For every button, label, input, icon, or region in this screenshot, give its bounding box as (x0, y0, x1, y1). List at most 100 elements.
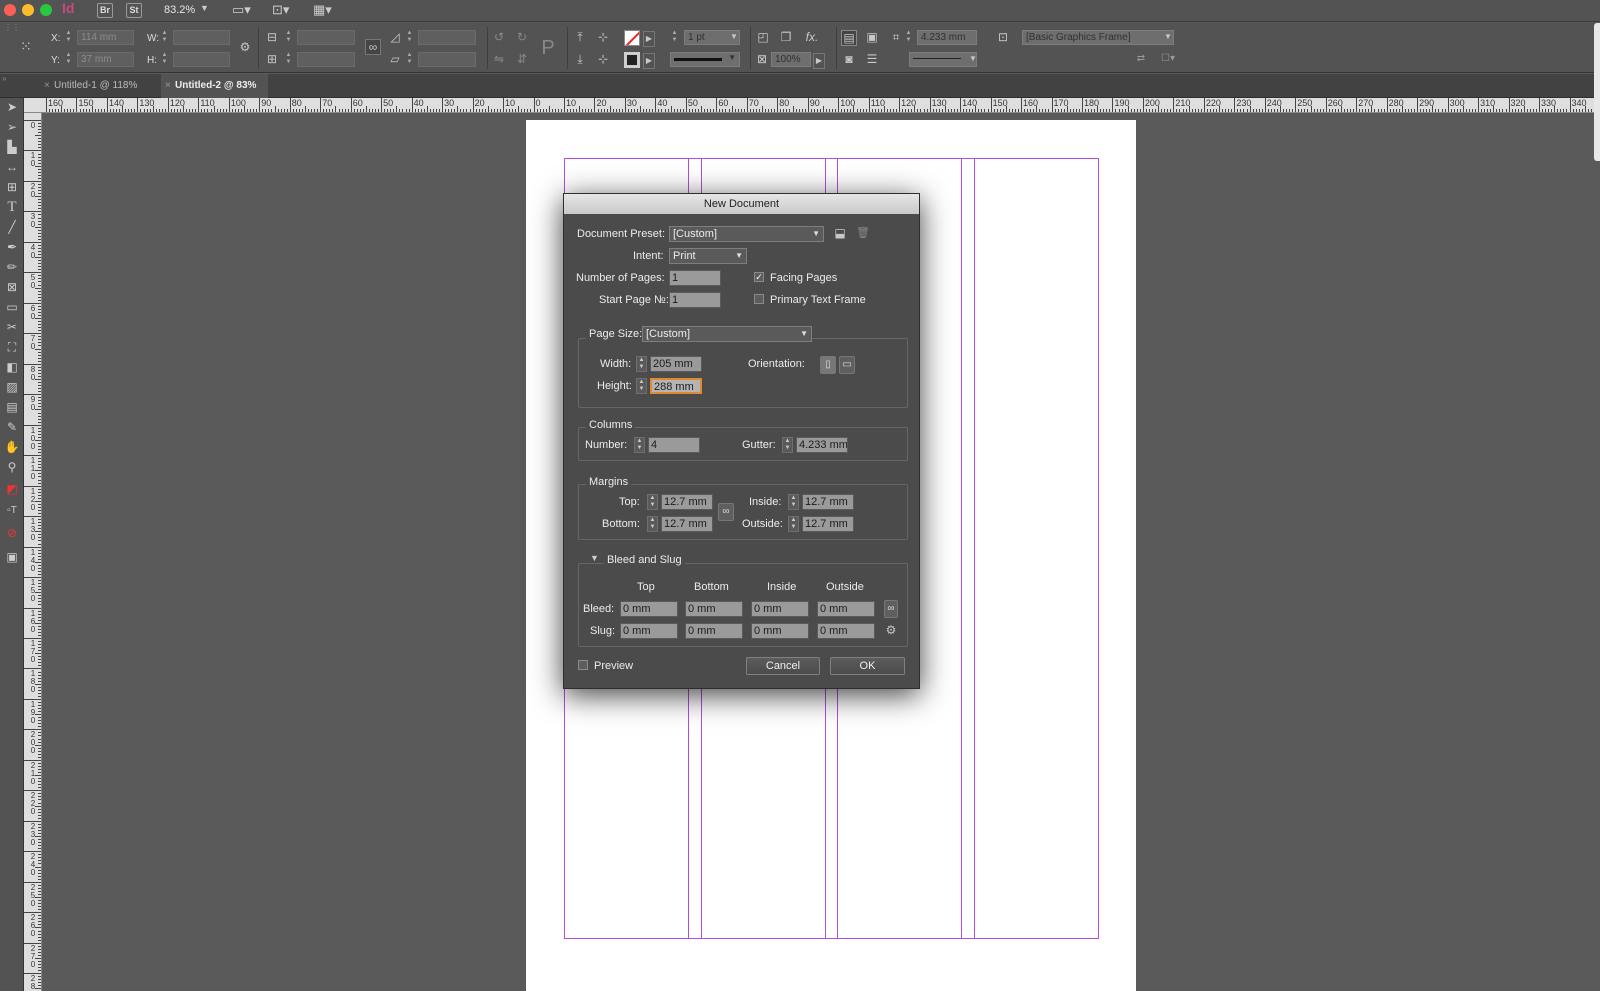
rotate-cw-icon[interactable]: ↻ (514, 30, 530, 44)
close-window-icon[interactable] (4, 4, 16, 16)
text-wrap-icon[interactable]: ▤ (841, 30, 857, 46)
margin-inside-field[interactable]: 12.7 mm (802, 494, 854, 510)
x-stepper[interactable]: ▲ ▼ (64, 30, 73, 45)
tab-untitled-2[interactable]: × Untitled-2 @ 83% (161, 74, 269, 98)
page-size-dropdown[interactable]: [Custom] ▼ (642, 326, 812, 342)
rectangle-tool-icon[interactable]: ▭ (0, 298, 24, 317)
gradient-swatch-tool-icon[interactable]: ◧ (0, 358, 24, 377)
slug-inside-field[interactable]: 0 mm (751, 623, 809, 639)
reference-point-icon[interactable]: ⁙ (18, 39, 34, 53)
scissors-tool-icon[interactable]: ✂ (0, 318, 24, 337)
opacity-field[interactable]: 100% (771, 52, 811, 67)
landscape-orientation-icon[interactable]: ▭ (839, 356, 855, 374)
facing-pages-checkbox[interactable]: ✓ (754, 272, 764, 282)
shear-stepper[interactable]: ▲ ▼ (405, 52, 414, 67)
bridge-button[interactable]: Br (97, 3, 113, 18)
fill-stroke-icon[interactable]: ◩ (0, 480, 24, 499)
margin-outside-stepper[interactable]: ▲ ▼ (788, 516, 799, 532)
gutter-field[interactable]: 4.233 mm (917, 30, 977, 45)
zoom-level[interactable]: 83.2% (164, 4, 195, 16)
stroke-type-dropdown[interactable]: ▼ (670, 52, 740, 67)
start-page-field[interactable]: 1 (669, 292, 721, 308)
y-stepper[interactable]: ▲ ▼ (64, 52, 73, 67)
link-scale-icon[interactable]: ∞ (365, 39, 381, 55)
column-number-field[interactable]: 4 (648, 437, 700, 453)
constrain-proportions-icon[interactable]: ⚙ (238, 40, 252, 54)
page-tool-icon[interactable]: ▙ (0, 138, 24, 157)
selection-tool-icon[interactable]: ➤ (0, 98, 24, 117)
frame-fitting-icon[interactable]: ⌗ (889, 30, 903, 44)
fill-none-icon[interactable] (624, 30, 640, 46)
margin-inside-stepper[interactable]: ▲ ▼ (788, 494, 799, 510)
gutter-field[interactable]: 4.233 mm (796, 437, 848, 453)
w-stepper[interactable]: ▲ ▼ (160, 30, 169, 45)
effects-icon[interactable]: fx. (802, 30, 822, 44)
primary-text-frame-checkbox[interactable] (754, 294, 764, 304)
bleed-bottom-field[interactable]: 0 mm (685, 601, 743, 617)
maximize-window-icon[interactable] (40, 4, 52, 16)
h-stepper[interactable]: ▲ ▼ (160, 52, 169, 67)
view-options-icon[interactable]: ▭▾ (232, 2, 251, 18)
slug-top-field[interactable]: 0 mm (620, 623, 678, 639)
select-next-icon[interactable]: ⊹ (595, 52, 611, 66)
rotate-field[interactable] (418, 30, 476, 45)
width-stepper[interactable]: ▲ ▼ (636, 356, 647, 372)
gap-tool-icon[interactable]: ↔ (0, 158, 24, 177)
fitting-icon[interactable]: ◙ (841, 52, 857, 66)
vertical-ruler[interactable]: 0 10 20 30 40 50 60 70 80 90 100 110 120 130 140 150 160… (24, 113, 42, 991)
opacity-dropdown-icon[interactable]: ▶ (813, 53, 825, 69)
eyedropper-tool-icon[interactable]: ✎ (0, 418, 24, 437)
bleed-slug-title[interactable]: Bleed and Slug (604, 554, 685, 566)
close-tab-icon[interactable]: × (165, 74, 171, 98)
slug-outside-field[interactable]: 0 mm (817, 623, 875, 639)
cancel-button[interactable]: Cancel (746, 657, 820, 675)
fill-dropdown-icon[interactable]: ▶ (643, 31, 655, 47)
margin-bottom-stepper[interactable]: ▲ ▼ (647, 516, 658, 532)
gutter-stepper[interactable]: ▲ ▼ (782, 437, 793, 453)
stock-button[interactable]: St (126, 3, 142, 18)
height-field[interactable]: 288 mm (650, 378, 702, 394)
type-tool-icon[interactable]: T (0, 198, 24, 217)
save-preset-icon[interactable]: ⬓ (832, 226, 848, 240)
margin-top-stepper[interactable]: ▲ ▼ (647, 494, 658, 510)
portrait-orientation-icon[interactable]: ▯ (820, 356, 836, 374)
hand-tool-icon[interactable]: ✋ (0, 438, 24, 457)
screen-mode-icon[interactable]: ⊡▾ (272, 2, 289, 18)
direct-selection-tool-icon[interactable]: ➢ (0, 118, 24, 137)
link-margins-icon[interactable]: ∞ (718, 503, 734, 521)
scale-x-stepper[interactable]: ▲ ▼ (284, 30, 293, 45)
align-icon[interactable]: ☰ (864, 52, 880, 66)
clear-overrides-icon[interactable]: ⇄ (1131, 52, 1151, 66)
stroke-style-dropdown-icon[interactable]: ▼ (967, 52, 979, 66)
scale-y-stepper[interactable]: ▲ ▼ (284, 52, 293, 67)
select-previous-icon[interactable]: ⊹ (595, 30, 611, 44)
gutter-stepper[interactable]: ▲ ▼ (904, 30, 913, 45)
h-field[interactable] (173, 52, 230, 67)
pen-tool-icon[interactable]: ✒ (0, 238, 24, 257)
shear-field[interactable] (418, 52, 476, 67)
rotate-stepper[interactable]: ▲ ▼ (405, 30, 414, 45)
ok-button[interactable]: OK (830, 657, 905, 675)
x-field[interactable]: 114 mm (77, 30, 134, 45)
screen-mode-icon[interactable]: ▣ (0, 548, 24, 567)
formatting-affects-container-icon[interactable]: ▫T (0, 501, 24, 520)
select-container-icon[interactable]: ⤒ (572, 30, 588, 44)
y-field[interactable]: 37 mm (77, 52, 134, 67)
pencil-tool-icon[interactable]: ✏ (0, 258, 24, 277)
content-collector-icon[interactable]: ⊞ (0, 178, 24, 197)
bleed-outside-field[interactable]: 0 mm (817, 601, 875, 617)
rotate-ccw-icon[interactable]: ↺ (491, 30, 507, 44)
delete-preset-icon[interactable]: 🗑 (855, 226, 871, 240)
flip-horizontal-icon[interactable]: ⇋ (491, 52, 507, 66)
tab-untitled-1[interactable]: × Untitled-1 @ 118% (40, 74, 149, 98)
height-stepper[interactable]: ▲ ▼ (636, 378, 647, 394)
stroke-swatch-icon[interactable] (624, 52, 640, 68)
panel-menu-icon[interactable]: ☐▾ (1158, 52, 1178, 66)
stroke-dropdown-icon[interactable]: ▶ (643, 53, 655, 69)
preview-checkbox[interactable] (578, 660, 588, 670)
line-tool-icon[interactable]: ╱ (0, 218, 24, 237)
select-content-icon[interactable]: ⤓ (572, 52, 588, 66)
link-bleed-icon[interactable]: ∞ (884, 600, 898, 618)
w-field[interactable] (173, 30, 230, 45)
disclosure-triangle-icon[interactable]: ▼ (587, 553, 602, 563)
